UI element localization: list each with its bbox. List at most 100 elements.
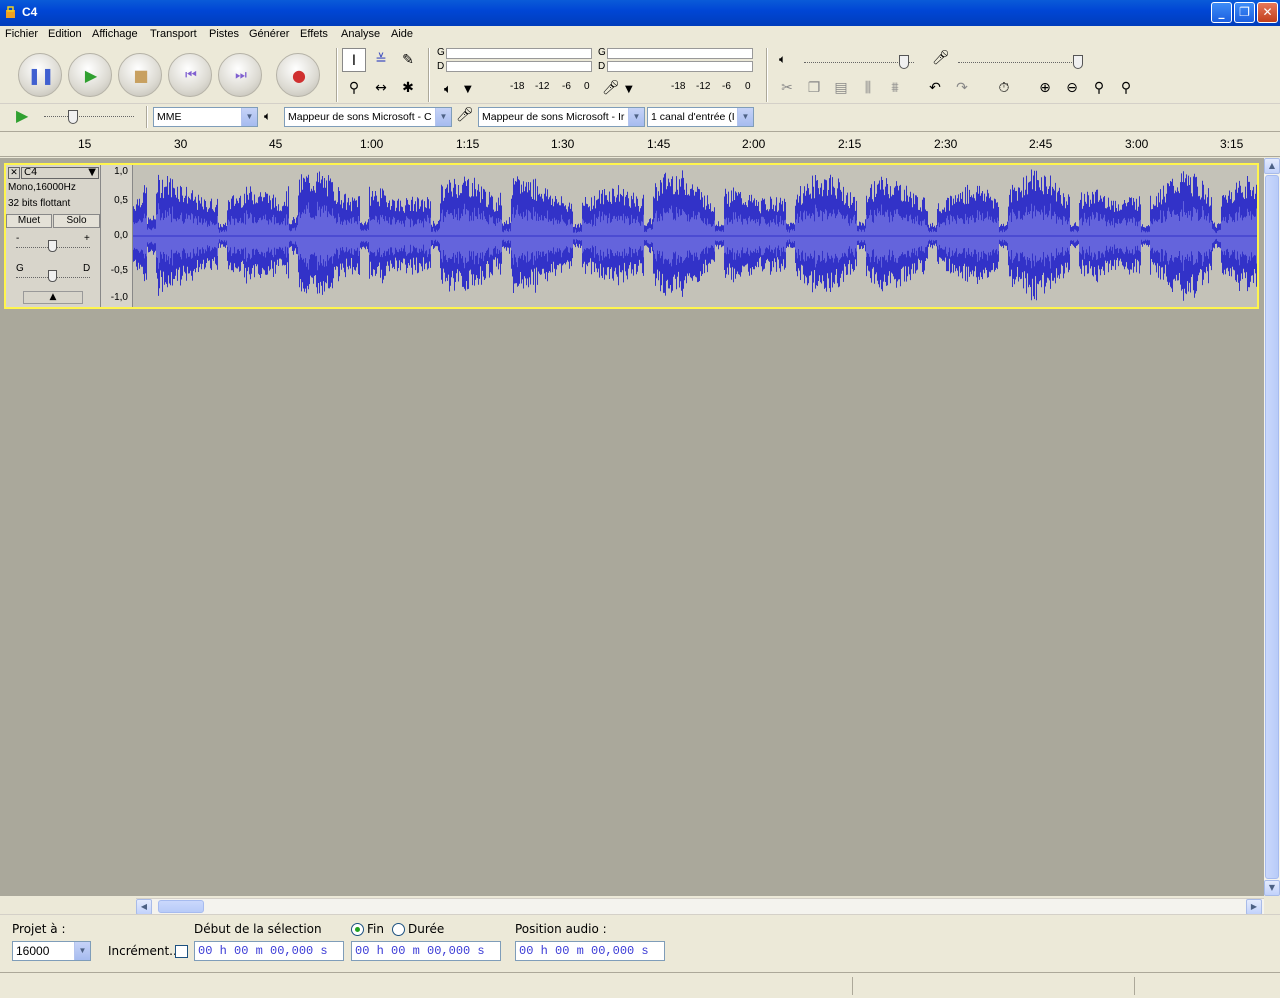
status-bar [0,972,1280,998]
menu-aide[interactable]: Aide [391,28,413,40]
cut-button[interactable]: ✂ [775,76,799,100]
zoom-tool[interactable]: ⚲ [342,76,366,100]
meter-in-scale-0: 0 [745,81,751,92]
menu-generer[interactable]: Générer [249,28,289,40]
menu-fichier[interactable]: Fichier [5,28,38,40]
close-button[interactable]: ✕ [1257,2,1278,23]
waveform-display[interactable] [133,165,1257,307]
menu-edition[interactable]: Edition [48,28,82,40]
speaker-icon[interactable]: 🔈︎ [444,82,452,97]
output-device-select[interactable]: Mappeur de sons Microsoft - C ▼ [284,107,452,127]
vertical-scroll-thumb[interactable] [1265,175,1279,879]
audio-host-select[interactable]: MME ▼ [153,107,258,127]
gain-slider-thumb[interactable] [48,240,57,252]
audio-position-label: Position audio : [515,922,607,936]
scale-label-top: 1,0 [114,166,128,177]
speed-slider-track[interactable] [44,116,134,117]
end-radio[interactable] [351,923,364,936]
chevron-down-icon: ▼ [241,108,257,126]
input-channels-select[interactable]: 1 canal d'entrée (I ▼ [647,107,754,127]
zoom-out-button[interactable]: ⊖ [1060,76,1084,100]
redo-button[interactable]: ↷ [950,76,974,100]
play-button[interactable]: ▶ [68,53,112,97]
selection-end-field[interactable]: 00 h 00 m 00,000 s [351,941,501,961]
snap-checkbox[interactable] [175,945,188,958]
vertical-scrollbar[interactable]: ▲ ▼ [1264,158,1280,896]
chevron-down-icon: ▼ [628,108,644,126]
pan-left-label: G [16,263,24,274]
output-device-value: Mappeur de sons Microsoft - C [288,111,432,123]
play-at-speed-button[interactable]: ▶ [16,106,28,125]
output-meter-menu[interactable]: ▼ [464,84,472,95]
menu-pistes[interactable]: Pistes [209,28,239,40]
track-name-menu[interactable]: C4 ▼ [21,167,99,179]
length-radio[interactable] [392,923,405,936]
draw-tool[interactable]: ✎ [396,48,420,72]
speed-slider-thumb[interactable] [68,110,78,124]
multi-tool[interactable]: ✱ [396,76,420,100]
fit-selection-button[interactable]: ⚲ [1087,76,1111,100]
pan-right-label: D [83,263,91,274]
zoom-out-icon: ⊖ [1066,80,1078,96]
input-volume-slider-track[interactable] [958,62,1082,64]
envelope-tool[interactable]: ≚ [369,48,393,72]
menu-analyse[interactable]: Analyse [341,28,380,40]
fit-project-button[interactable]: ⚲ [1114,76,1138,100]
input-meter-menu[interactable]: ▼ [625,84,633,95]
sync-lock-button[interactable]: ⏱ [992,76,1016,100]
skip-start-button[interactable]: ⏮ [168,53,212,97]
timeline-ruler[interactable]: 15 30 45 1:00 1:15 1:30 1:45 2:00 2:15 2… [0,131,1280,157]
menu-bar: Fichier Edition Affichage Transport Pist… [0,26,1280,44]
selection-tool[interactable]: I [342,48,366,72]
selection-start-field[interactable]: 00 h 00 m 00,000 s [194,941,344,961]
undo-button[interactable]: ↶ [923,76,947,100]
pause-button[interactable]: ❚❚ [18,53,62,97]
zoom-in-button[interactable]: ⊕ [1033,76,1057,100]
meter-in-scale-18: -18 [671,81,686,92]
paste-button[interactable]: ▤ [829,76,853,100]
minimize-button[interactable]: _ [1211,2,1232,23]
stop-button[interactable]: ■ [118,53,162,97]
meter-in-scale-12: -12 [696,81,711,92]
selection-toolbar: Projet à : 16000 ▼ Incrément... Début de … [0,914,1280,972]
input-device-value: Mappeur de sons Microsoft - Ir [482,111,625,123]
scroll-up-button[interactable]: ▲ [1264,158,1280,174]
silence-button[interactable]: ⩩ [883,76,907,100]
record-button[interactable]: ● [276,53,320,97]
input-device-select[interactable]: Mappeur de sons Microsoft - Ir ▼ [478,107,645,127]
input-volume-slider-thumb[interactable] [1073,55,1083,69]
toolbar-separator [428,48,430,102]
audio-position-field[interactable]: 00 h 00 m 00,000 s [515,941,665,961]
track-close-button[interactable]: ✕ [8,167,20,179]
speaker-icon: 🔈︎ [264,109,272,123]
menu-affichage[interactable]: Affichage [92,28,138,40]
timeshift-tool[interactable]: ↔ [369,76,393,100]
menu-effets[interactable]: Effets [300,28,328,40]
microphone-icon[interactable]: 🎤︎ [602,80,620,96]
scroll-down-button[interactable]: ▼ [1264,880,1280,896]
horizontal-scroll-thumb[interactable] [158,900,204,913]
menu-transport[interactable]: Transport [150,28,197,40]
meter-in-right-label: D [598,61,606,72]
pan-slider-thumb[interactable] [48,270,57,282]
double-arrow-icon: ↔ [375,80,387,96]
skip-end-button[interactable]: ⏭ [218,53,262,97]
collapse-track-button[interactable]: ▲ [23,291,83,304]
project-rate-select[interactable]: 16000 ▼ [12,941,91,961]
amplitude-scale[interactable]: 1,0 0,5 0,0 -0,5 -1,0 [101,165,133,307]
scroll-right-button[interactable]: ▶ [1246,899,1262,915]
skip-end-icon: ⏭ [235,68,247,83]
trim-button[interactable]: ⫼ [856,76,880,100]
mute-button[interactable]: Muet [6,214,52,228]
output-volume-slider-track[interactable] [804,62,914,64]
copy-button[interactable]: ❐ [802,76,826,100]
scroll-left-button[interactable]: ◀ [136,899,152,915]
horizontal-scrollbar[interactable]: ◀ ▶ [136,898,1264,915]
scale-label-half: 0,5 [114,195,128,206]
maximize-button[interactable]: ❐ [1234,2,1255,23]
output-volume-slider-thumb[interactable] [899,55,909,69]
output-meter-right [446,61,592,72]
status-divider [1134,977,1135,995]
meter-in-scale-6: -6 [722,81,731,92]
solo-button[interactable]: Solo [53,214,100,228]
